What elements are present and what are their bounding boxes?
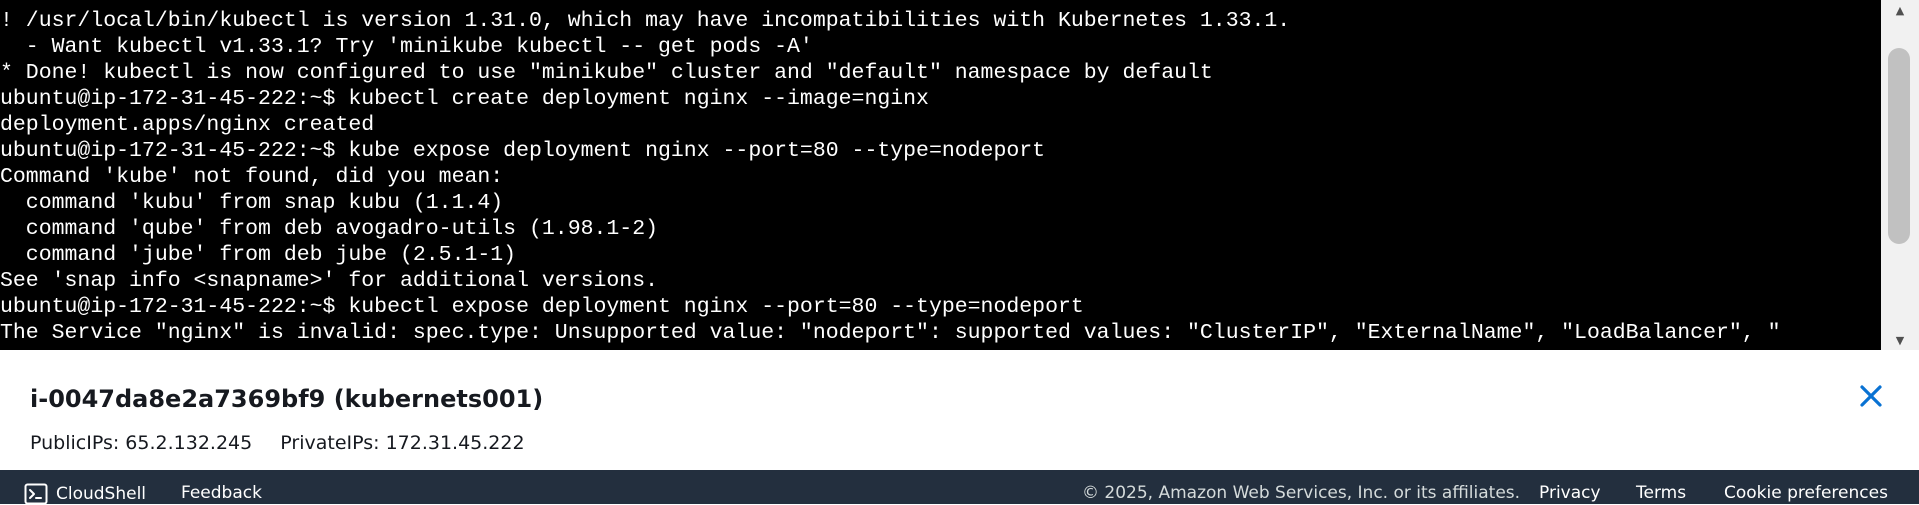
terminal-window[interactable]: ! /usr/local/bin/kubectl is version 1.31… <box>0 0 1919 350</box>
feedback-link[interactable]: Feedback <box>181 483 262 503</box>
instance-ip-row: PublicIPs: 65.2.132.245 PrivateIPs: 172.… <box>30 432 547 454</box>
terminal-line: ubuntu@ip-172-31-45-222:~$ kubectl expos… <box>0 295 1084 319</box>
private-ips: PrivateIPs: 172.31.45.222 <box>280 432 525 454</box>
cookie-preferences-link[interactable]: Cookie preferences <box>1724 483 1888 503</box>
terminal-line: The Service "nginx" is invalid: spec.typ… <box>0 321 1781 345</box>
terminal-line: ubuntu@ip-172-31-45-222:~$ kube expose d… <box>0 139 1046 163</box>
scroll-up-arrow-icon[interactable]: ▲ <box>1881 0 1919 20</box>
terminal-prompt-icon <box>24 483 48 505</box>
terminal-line: command 'jube' from deb jube (2.5.1-1) <box>0 243 517 267</box>
close-icon[interactable] <box>1853 378 1889 414</box>
terminal-output[interactable]: ! /usr/local/bin/kubectl is version 1.31… <box>0 0 1881 350</box>
scrollbar-thumb[interactable] <box>1888 48 1910 244</box>
terminal-scrollbar[interactable]: ▲ ▼ <box>1881 0 1919 350</box>
console-footer: CloudShell Feedback © 2025, Amazon Web S… <box>0 470 1919 505</box>
privacy-link[interactable]: Privacy <box>1539 483 1601 503</box>
close-button[interactable] <box>1853 378 1889 414</box>
terminal-line: See 'snap info <snapname>' for additiona… <box>0 269 659 293</box>
instance-info-panel: i-0047da8e2a7369bf9 (kubernets001) Publi… <box>0 350 1919 470</box>
instance-title: i-0047da8e2a7369bf9 (kubernets001) <box>30 385 544 413</box>
terms-link[interactable]: Terms <box>1636 483 1686 503</box>
cloudshell-button[interactable]: CloudShell <box>24 483 146 505</box>
terminal-line: ! /usr/local/bin/kubectl is version 1.31… <box>0 9 1291 33</box>
cloudshell-label: CloudShell <box>56 484 147 504</box>
terminal-line: command 'qube' from deb avogadro-utils (… <box>0 217 659 241</box>
terminal-line: * Done! kubectl is now configured to use… <box>0 61 1213 85</box>
terminal-line: ubuntu@ip-172-31-45-222:~$ kubectl creat… <box>0 87 929 111</box>
terminal-line: Command 'kube' not found, did you mean: <box>0 165 504 189</box>
copyright-text: © 2025, Amazon Web Services, Inc. or its… <box>1082 483 1521 503</box>
terminal-line: - Want kubectl v1.33.1? Try 'minikube ku… <box>0 35 813 59</box>
terminal-line: deployment.apps/nginx created <box>0 113 375 137</box>
terminal-line: command 'kubu' from snap kubu (1.1.4) <box>0 191 504 215</box>
scroll-down-arrow-icon[interactable]: ▼ <box>1881 330 1919 350</box>
public-ips: PublicIPs: 65.2.132.245 <box>30 432 253 454</box>
